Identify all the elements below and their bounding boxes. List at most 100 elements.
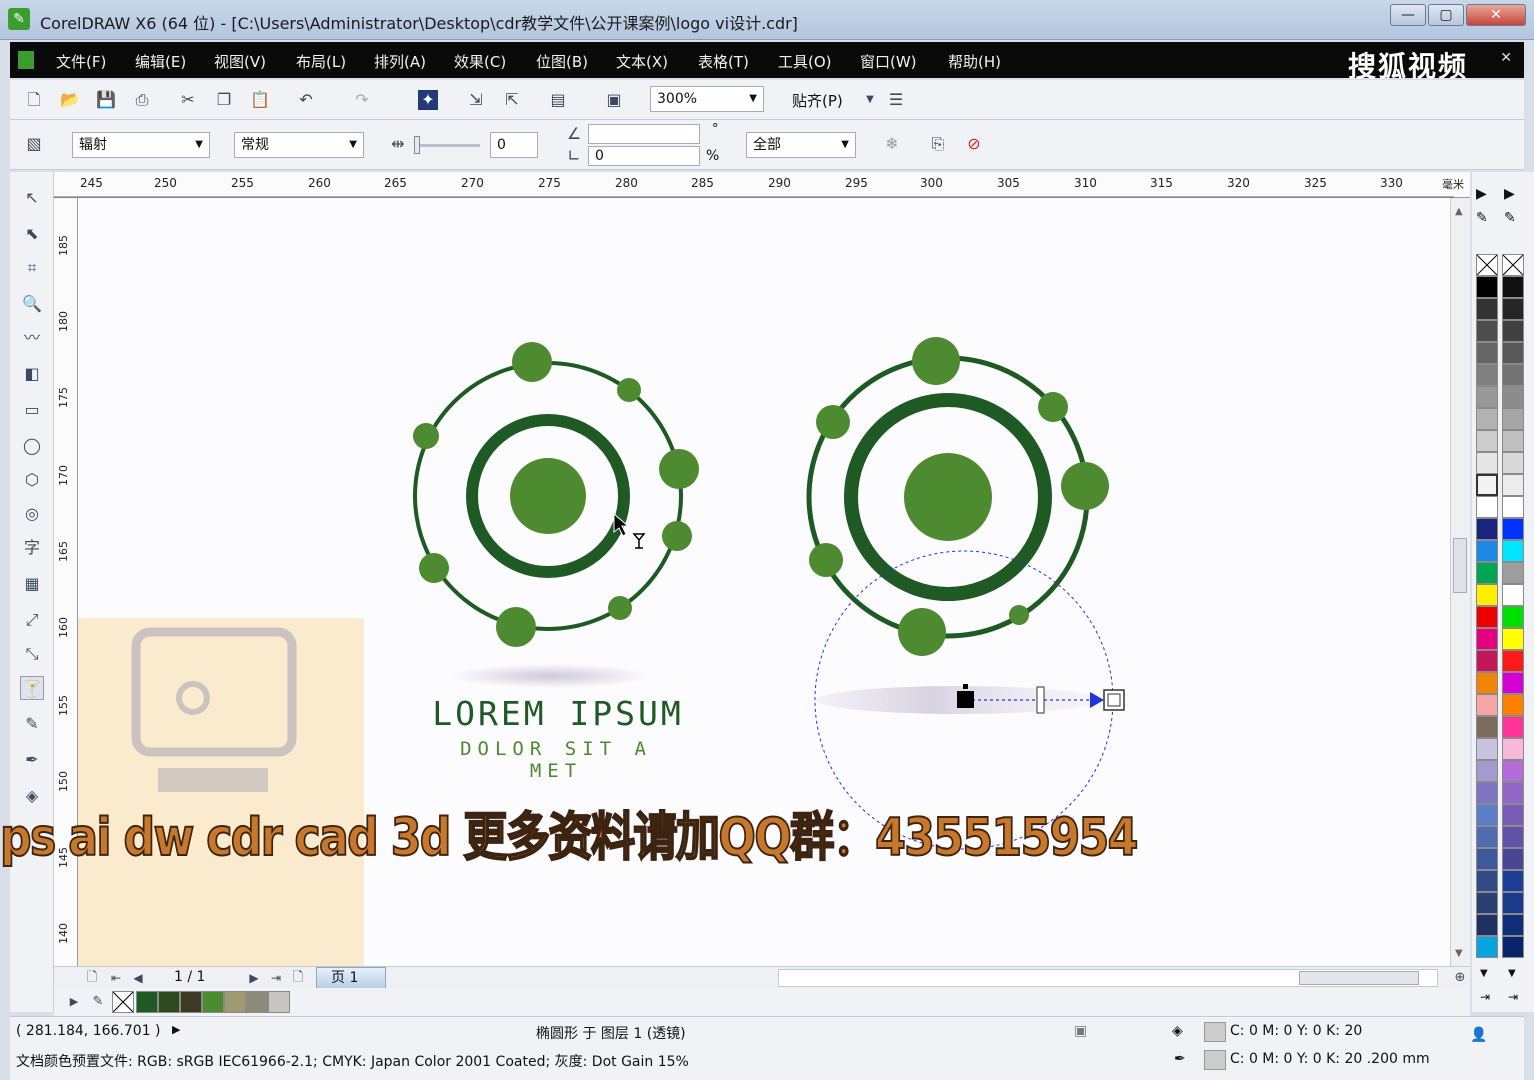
options-icon[interactable]: ☰ [886, 90, 906, 110]
freeze-icon[interactable]: ❄ [882, 134, 902, 154]
color-swatch[interactable] [1476, 562, 1498, 584]
document-color-swatch[interactable] [136, 991, 158, 1013]
orbit-dot[interactable] [1038, 392, 1068, 422]
ellipse-tool-icon[interactable]: ◯ [20, 434, 44, 458]
horizontal-ruler[interactable]: 245 250 255 260 265 270 275 280 285 290 … [54, 172, 1470, 198]
logo-left[interactable] [413, 342, 699, 688]
scroll-up-icon[interactable]: ▲ [1455, 206, 1463, 217]
orbit-dot[interactable] [816, 405, 850, 439]
color-swatch[interactable] [1502, 386, 1524, 408]
orbit-dot[interactable] [419, 553, 449, 583]
color-swatch[interactable] [1476, 408, 1498, 430]
menu-file[interactable]: 文件(F) [56, 51, 106, 72]
vertical-scrollbar[interactable]: ▲ ▼ [1450, 198, 1470, 966]
menu-view[interactable]: 视图(V) [214, 51, 266, 72]
color-swatch[interactable] [1502, 782, 1524, 804]
copy-icon[interactable]: ❐ [214, 90, 234, 110]
menu-effects[interactable]: 效果(C) [454, 51, 506, 72]
color-swatch[interactable] [1476, 496, 1498, 518]
color-swatch[interactable] [1502, 848, 1524, 870]
color-swatch[interactable] [1476, 628, 1498, 650]
chevron-down-icon[interactable]: ▼ [860, 90, 880, 110]
menu-table[interactable]: 表格(T) [698, 51, 749, 72]
fill-color-swatch[interactable] [1204, 1022, 1226, 1042]
clear-transparency-icon[interactable]: ⊘ [964, 134, 984, 154]
palette-down-icon[interactable]: ▼ [1480, 968, 1488, 979]
color-swatch[interactable] [1476, 606, 1498, 628]
close-button[interactable]: ✕ [1466, 4, 1526, 26]
pick-tool-icon[interactable]: ↖ [20, 186, 44, 210]
palette-scroll-icon[interactable]: ▶ [1504, 186, 1515, 202]
color-swatch[interactable] [1502, 474, 1524, 496]
color-swatch[interactable] [1476, 430, 1498, 452]
paste-icon[interactable]: 📋 [250, 90, 270, 110]
color-swatch[interactable] [1502, 650, 1524, 672]
orbit-dot[interactable] [617, 378, 641, 402]
menu-help[interactable]: 帮助(H) [948, 51, 1001, 72]
color-swatch[interactable] [1502, 364, 1524, 386]
color-swatch[interactable] [1502, 804, 1524, 826]
color-swatch[interactable] [1502, 606, 1524, 628]
transparency-type-select[interactable]: 辐射 ▼ [72, 132, 210, 158]
angle-input[interactable] [588, 124, 700, 144]
color-swatch[interactable] [1476, 914, 1498, 936]
transparency-midpoint-handle[interactable] [1036, 686, 1045, 714]
color-swatch[interactable] [1502, 694, 1524, 716]
menu-layout[interactable]: 布局(L) [296, 51, 346, 72]
application-launcher-icon[interactable]: ▤ [548, 90, 568, 110]
color-swatch[interactable] [1502, 826, 1524, 848]
color-swatch[interactable] [1476, 276, 1498, 298]
zoom-level-select[interactable]: 300% ▼ [650, 86, 764, 112]
orbit-dot[interactable] [898, 608, 946, 656]
color-swatch[interactable] [1476, 540, 1498, 562]
add-page-after-icon[interactable]: 🗋 [288, 968, 308, 988]
eyedropper-icon[interactable]: ✎ [1476, 210, 1488, 226]
color-swatch[interactable] [1476, 584, 1498, 606]
center-dot[interactable] [510, 458, 586, 534]
color-swatch[interactable] [1476, 870, 1498, 892]
redo-icon[interactable]: ↷ [352, 90, 372, 110]
zoom-tool-icon[interactable]: 🔍 [20, 292, 44, 316]
page-tab[interactable]: 页 1 [316, 967, 386, 989]
color-swatch[interactable] [1502, 430, 1524, 452]
color-swatch[interactable] [1502, 760, 1524, 782]
color-swatch[interactable] [1476, 298, 1498, 320]
menu-window[interactable]: 窗口(W) [860, 51, 917, 72]
color-swatch[interactable] [1476, 936, 1498, 958]
next-page-icon[interactable]: ▶ [244, 968, 264, 988]
edge-pad-input[interactable]: 0 [588, 146, 700, 166]
table-tool-icon[interactable]: ▦ [20, 572, 44, 596]
copy-transparency-icon[interactable]: ⎘ [928, 134, 948, 154]
color-swatch[interactable] [1502, 716, 1524, 738]
color-swatch[interactable] [1476, 716, 1498, 738]
first-page-icon[interactable]: ⇤ [106, 968, 126, 988]
dimension-tool-icon[interactable]: ⤢ [20, 608, 44, 632]
scroll-down-icon[interactable]: ▼ [1455, 948, 1463, 959]
palette-end-icon[interactable]: ⇥ [1480, 990, 1490, 1004]
freehand-tool-icon[interactable]: 〰 [20, 326, 44, 350]
outline-pen-icon[interactable]: ✒ [20, 748, 44, 772]
document-color-swatch[interactable] [158, 991, 180, 1013]
no-color-swatch[interactable] [1476, 254, 1498, 276]
midpoint-slider[interactable] [414, 144, 480, 147]
orbit-dot[interactable] [662, 521, 692, 551]
color-swatch[interactable] [1502, 584, 1524, 606]
color-swatch[interactable] [1476, 804, 1498, 826]
color-swatch[interactable] [1476, 650, 1498, 672]
color-swatch[interactable] [1476, 760, 1498, 782]
transparency-tool-icon[interactable]: 🍸 [20, 676, 44, 700]
shape-tool-icon[interactable]: ⬉ [20, 222, 44, 246]
minimize-button[interactable]: — [1390, 4, 1426, 26]
apply-to-select[interactable]: 全部 ▼ [746, 132, 856, 158]
color-swatch[interactable] [1476, 694, 1498, 716]
user-icon[interactable]: 👤 [1470, 1027, 1487, 1043]
color-swatch[interactable] [1476, 452, 1498, 474]
document-color-swatch[interactable] [246, 991, 268, 1013]
document-color-swatch[interactable] [224, 991, 246, 1013]
color-swatch[interactable] [1502, 914, 1524, 936]
connector-tool-icon[interactable]: ⤡ [20, 642, 44, 666]
color-swatch[interactable] [1502, 672, 1524, 694]
orbit-dot[interactable] [912, 337, 960, 385]
save-icon[interactable]: 💾 [96, 90, 116, 110]
transparency-preset-icon[interactable]: ▧ [24, 134, 44, 154]
